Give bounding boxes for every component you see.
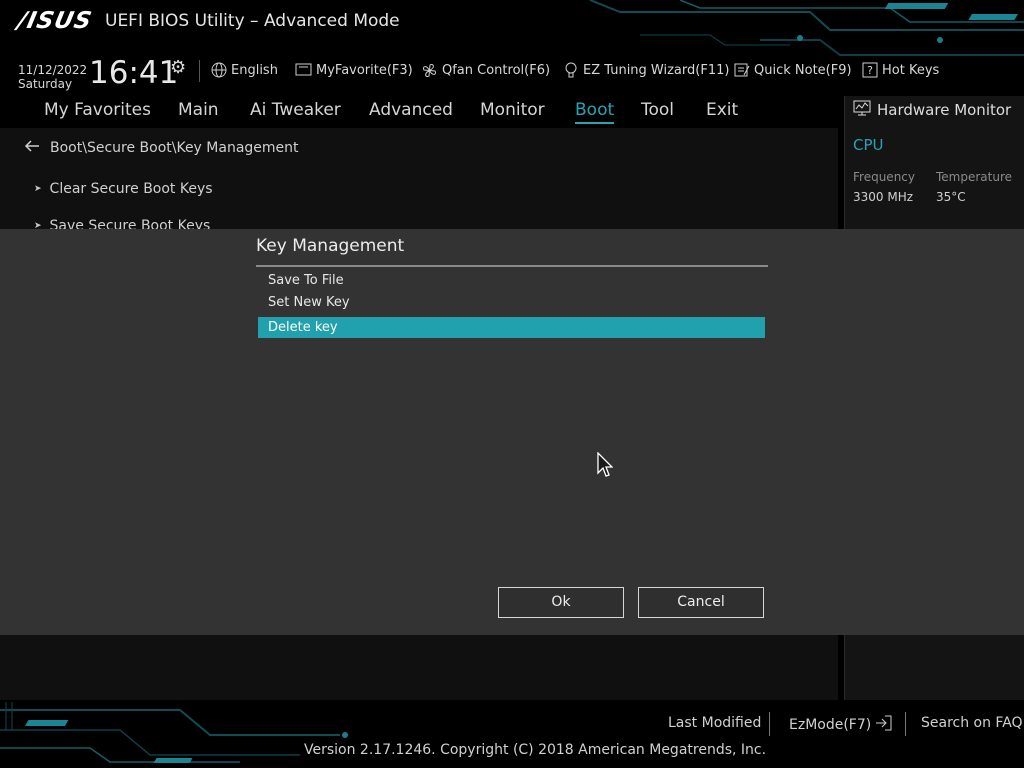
- hardware-monitor-label: Hardware Monitor: [877, 101, 1012, 119]
- breadcrumb-path: Boot\Secure Boot\Key Management: [50, 140, 299, 156]
- hardware-monitor-title: Hardware Monitor: [853, 100, 1011, 120]
- language-button[interactable]: English: [210, 62, 278, 79]
- monitor-icon: [853, 100, 871, 120]
- ezmode-button[interactable]: EzMode(F7): [789, 715, 893, 735]
- svg-text:?: ?: [867, 64, 873, 77]
- globe-icon: [210, 62, 227, 79]
- ok-button[interactable]: Ok: [498, 587, 624, 618]
- footer-bar: Last Modified EzMode(F7) Search on FAQ V…: [0, 700, 1024, 768]
- frequency-value: 3300 MHz: [853, 190, 914, 204]
- separator: [199, 60, 200, 82]
- separator: [905, 712, 906, 736]
- date-text: 11/12/2022: [18, 63, 88, 77]
- exit-arrow-icon: [875, 715, 893, 735]
- breadcrumb: Boot\Secure Boot\Key Management: [24, 140, 299, 156]
- info-toolbar: 11/12/2022 Saturday 16:41 ⚙ English MyFa…: [0, 52, 1024, 92]
- cancel-button[interactable]: Cancel: [638, 587, 764, 618]
- main-menu-bar: My Favorites Main Ai Tweaker Advanced Mo…: [0, 96, 838, 126]
- option-set-new-key[interactable]: Set New Key: [258, 292, 765, 313]
- bulb-icon: [562, 62, 579, 79]
- hot-keys-button[interactable]: ? Hot Keys: [861, 62, 939, 79]
- qfan-button[interactable]: Qfan Control(F6): [421, 62, 550, 79]
- title-bar: /ISUS UEFI BIOS Utility – Advanced Mode: [0, 0, 1024, 56]
- temperature-value: 35°C: [936, 190, 966, 204]
- ez-tuning-label: EZ Tuning Wizard(F11): [583, 63, 730, 78]
- quick-note-button[interactable]: Quick Note(F9): [733, 62, 852, 79]
- qfan-label: Qfan Control(F6): [442, 63, 551, 78]
- quick-note-label: Quick Note(F9): [754, 63, 852, 78]
- key-management-dialog: Key Management Save To File Set New Key …: [0, 229, 1024, 635]
- ez-tuning-button[interactable]: EZ Tuning Wizard(F11): [562, 62, 729, 79]
- list-item-label: Clear Secure Boot Keys: [49, 181, 213, 197]
- tab-main[interactable]: Main: [178, 100, 219, 120]
- note-icon: [733, 62, 750, 79]
- hot-keys-label: Hot Keys: [882, 63, 940, 78]
- favorite-icon: [295, 62, 312, 79]
- fan-icon: [421, 62, 438, 79]
- tab-advanced[interactable]: Advanced: [369, 100, 453, 120]
- cpu-section-title: CPU: [853, 136, 884, 154]
- tab-ai-tweaker[interactable]: Ai Tweaker: [250, 100, 341, 120]
- asus-logo: /ISUS: [15, 8, 95, 34]
- chevron-right-icon: ➤: [34, 184, 42, 194]
- option-delete-key[interactable]: Delete key: [258, 317, 765, 338]
- version-text: Version 2.17.1246. Copyright (C) 2018 Am…: [304, 742, 767, 758]
- back-arrow-icon[interactable]: [24, 140, 40, 156]
- tab-exit[interactable]: Exit: [706, 100, 738, 120]
- myfavorite-label: MyFavorite(F3): [316, 63, 413, 78]
- list-item-clear-keys[interactable]: ➤ Clear Secure Boot Keys: [34, 181, 213, 197]
- clock-text: 16:41: [89, 55, 179, 91]
- mouse-cursor-icon: [597, 452, 613, 477]
- language-label: English: [231, 63, 278, 78]
- gear-icon[interactable]: ⚙: [170, 57, 186, 78]
- day-text: Saturday: [18, 77, 73, 91]
- app-title: UEFI BIOS Utility – Advanced Mode: [105, 11, 400, 31]
- ezmode-label: EzMode(F7): [789, 717, 872, 733]
- myfavorite-button[interactable]: MyFavorite(F3): [295, 62, 413, 79]
- option-save-to-file[interactable]: Save To File: [258, 270, 765, 291]
- last-modified-button[interactable]: Last Modified: [668, 715, 761, 731]
- frequency-label: Frequency: [853, 170, 915, 184]
- tab-boot[interactable]: Boot: [575, 100, 615, 124]
- dialog-divider: [256, 265, 768, 267]
- tab-my-favorites[interactable]: My Favorites: [44, 100, 151, 120]
- tab-tool[interactable]: Tool: [641, 100, 674, 120]
- dialog-title: Key Management: [256, 236, 405, 256]
- circuit-decoration: [589, 0, 1024, 56]
- temperature-label: Temperature: [936, 170, 1013, 184]
- help-icon: ?: [861, 62, 878, 79]
- separator: [769, 712, 770, 736]
- tab-monitor[interactable]: Monitor: [480, 100, 545, 120]
- search-faq-button[interactable]: Search on FAQ: [921, 715, 1023, 731]
